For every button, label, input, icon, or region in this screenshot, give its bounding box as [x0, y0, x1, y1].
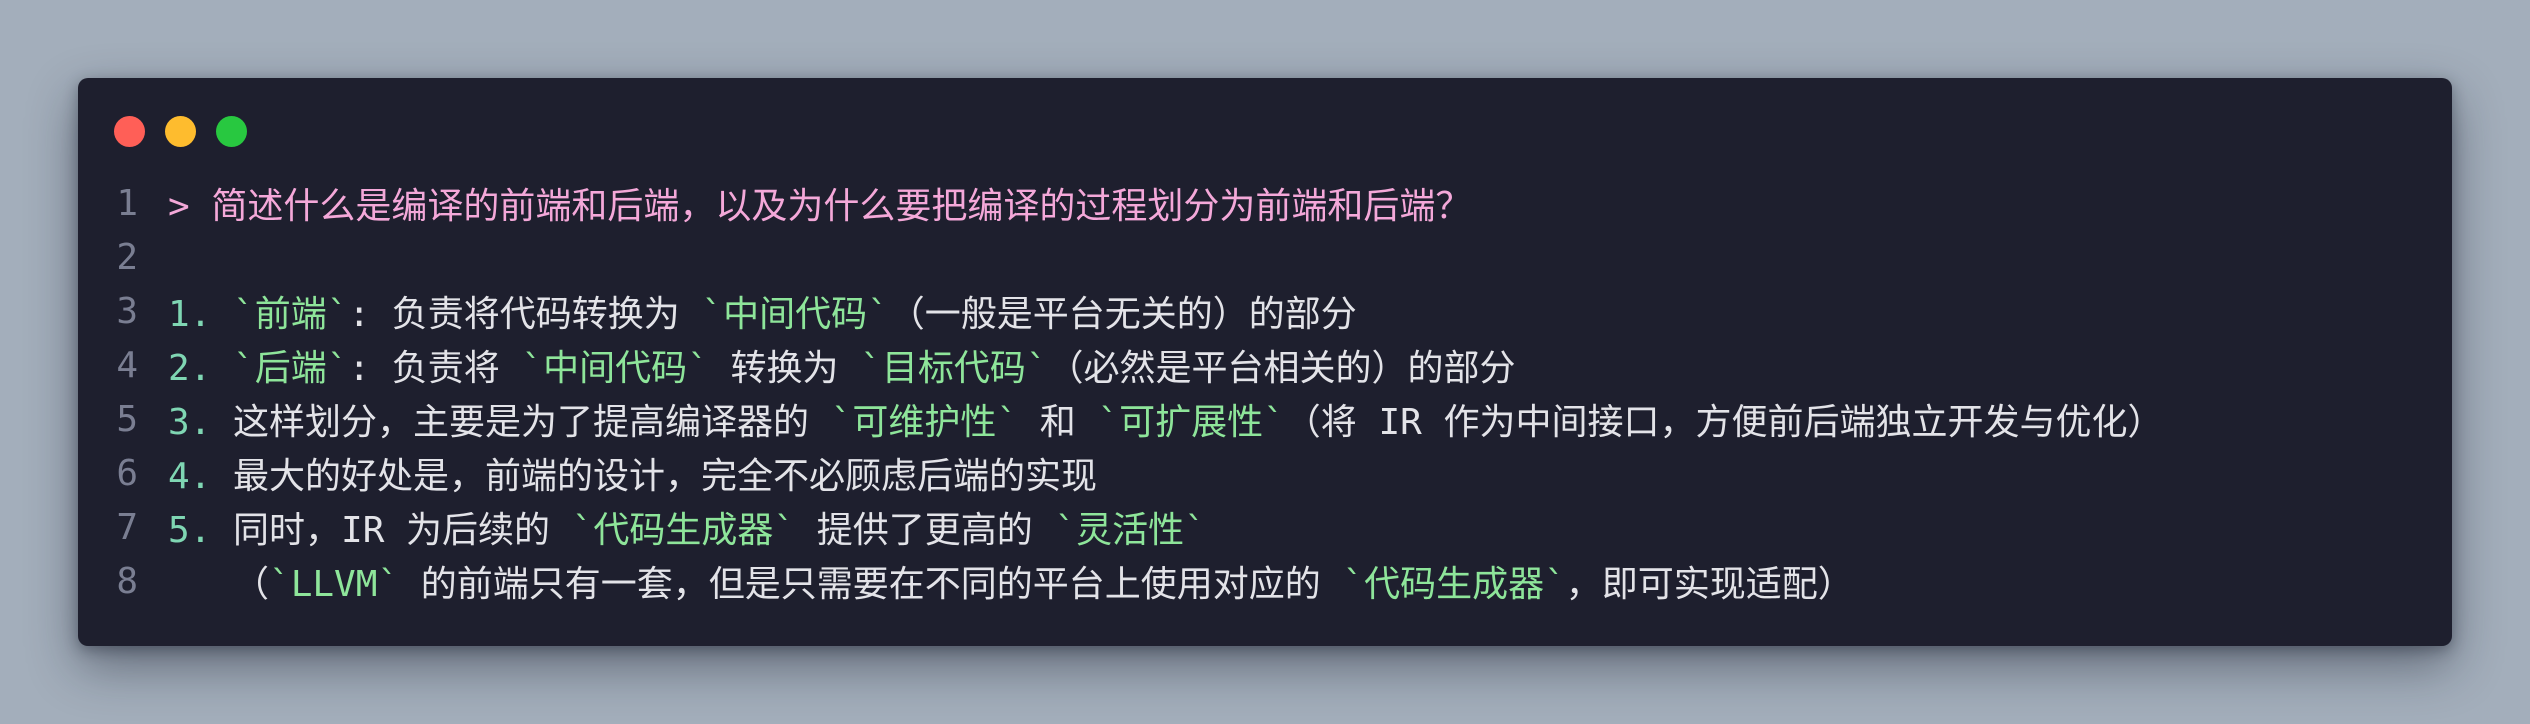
inline-code: `可维护性` [830, 402, 1019, 443]
inline-code: `代码生成器` [571, 510, 796, 551]
line-number: 4 [116, 344, 138, 386]
inline-code: `灵活性` [1054, 510, 1206, 551]
text-segment: : 负责将代码转换为 [348, 294, 702, 335]
code-line: 8 （`LLVM` 的前端只有一套，但是只需要在不同的平台上使用对应的 `代码生… [78, 554, 2164, 608]
line-content: 4. 最大的好处是，前端的设计，完全不必顾虑后端的实现 [168, 447, 1097, 499]
line-number: 6 [116, 452, 138, 494]
text-segment: 和 [1018, 402, 1098, 443]
code-line: 3 1. `前端`: 负责将代码转换为 `中间代码`（一般是平台无关的）的部分 [78, 284, 2164, 338]
line-content: 5. 同时，IR 为后续的 `代码生成器` 提供了更高的 `灵活性` [168, 501, 1206, 553]
text-segment: 同时，IR 为后续的 [233, 510, 572, 551]
line-number: 3 [116, 290, 138, 332]
line-number: 7 [116, 506, 138, 548]
inline-code: `目标代码` [860, 348, 1048, 389]
line-content: > 简述什么是编译的前端和后端，以及为什么要把编译的过程划分为前端和后端？ [168, 177, 1471, 229]
inline-code: `代码生成器` [1342, 564, 1566, 605]
text-segment: 转换为 [708, 348, 861, 389]
list-number: 2. [168, 348, 234, 389]
inline-code: `中间代码` [701, 294, 889, 335]
minimize-button[interactable] [165, 116, 196, 147]
text-segment: 这样划分，主要是为了提高编译器的 [233, 402, 831, 443]
text-segment: 最大的好处是，前端的设计，完全不必顾虑后端的实现 [233, 456, 1098, 497]
line-number: 1 [116, 182, 138, 224]
list-number: 5. [168, 510, 234, 551]
code-line: 2 [78, 230, 2164, 284]
text-segment: ，即可实现适配） [1565, 564, 1854, 605]
code-line: 7 5. 同时，IR 为后续的 `代码生成器` 提供了更高的 `灵活性` [78, 500, 2164, 554]
list-number: 3. [168, 402, 234, 443]
text-segment: （必然是平台相关的）的部分 [1047, 348, 1516, 389]
blockquote-text: > 简述什么是编译的前端和后端，以及为什么要把编译的过程划分为前端和后端？ [168, 186, 1472, 227]
text-segment: 的前端只有一套，但是只需要在不同的平台上使用对应的 [399, 564, 1343, 605]
zoom-button[interactable] [216, 116, 247, 147]
text-segment: （ [168, 564, 270, 605]
inline-code: `前端` [233, 294, 349, 335]
code-line: 5 3. 这样划分，主要是为了提高编译器的 `可维护性` 和 `可扩展性`（将 I… [78, 392, 2164, 446]
terminal-window: 1 > 简述什么是编译的前端和后端，以及为什么要把编译的过程划分为前端和后端？ 2 3… [78, 78, 2452, 646]
line-content: 1. `前端`: 负责将代码转换为 `中间代码`（一般是平台无关的）的部分 [168, 285, 1357, 337]
line-content: 2. `后端`: 负责将 `中间代码` 转换为 `目标代码`（必然是平台相关的）… [168, 339, 1516, 391]
text-segment: 提供了更高的 [795, 510, 1055, 551]
inline-code: `后端` [233, 348, 349, 389]
close-button[interactable] [114, 116, 145, 147]
line-number: 8 [116, 560, 138, 602]
code-line: 1 > 简述什么是编译的前端和后端，以及为什么要把编译的过程划分为前端和后端？ [78, 176, 2164, 230]
line-content: （`LLVM` 的前端只有一套，但是只需要在不同的平台上使用对应的 `代码生成器… [168, 555, 1854, 607]
line-number: 5 [116, 398, 138, 440]
line-content: 3. 这样划分，主要是为了提高编译器的 `可维护性` 和 `可扩展性`（将 IR… [168, 393, 2164, 445]
inline-code: `中间代码` [521, 348, 709, 389]
list-number: 4. [168, 456, 234, 497]
code-line: 4 2. `后端`: 负责将 `中间代码` 转换为 `目标代码`（必然是平台相关的… [78, 338, 2164, 392]
list-number: 1. [168, 294, 234, 335]
code-line: 6 4. 最大的好处是，前端的设计，完全不必顾虑后端的实现 [78, 446, 2164, 500]
inline-code: `可扩展性` [1097, 402, 1285, 443]
text-segment: （将 IR 作为中间接口，方便前后端独立开发与优化） [1284, 402, 2164, 443]
window-controls [114, 116, 247, 147]
line-number: 2 [116, 236, 138, 278]
inline-code: `LLVM` [269, 564, 400, 605]
text-segment: : 负责将 [348, 348, 522, 389]
code-block: 1 > 简述什么是编译的前端和后端，以及为什么要把编译的过程划分为前端和后端？ 2 3… [78, 176, 2164, 608]
text-segment: （一般是平台无关的）的部分 [888, 294, 1357, 335]
